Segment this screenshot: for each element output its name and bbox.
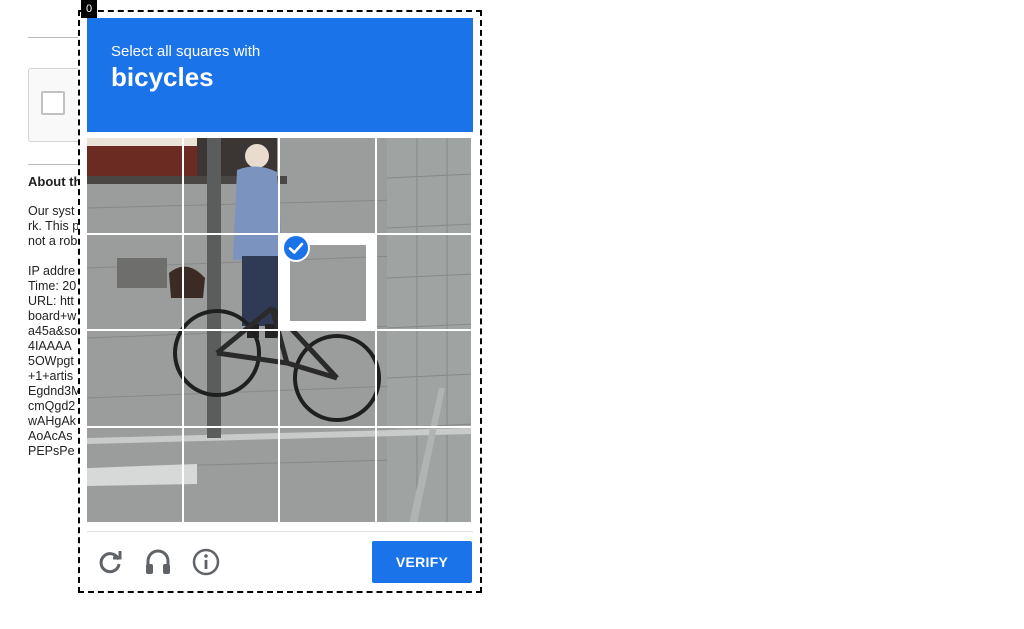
image-grid xyxy=(87,138,473,524)
tile-image xyxy=(280,331,375,426)
challenge-instruction: Select all squares with xyxy=(111,43,261,60)
body-line: a45a&so xyxy=(28,324,78,338)
tile-image xyxy=(183,138,278,233)
body-line: AoAcAs xyxy=(28,429,73,443)
body-line: 5OWpgt xyxy=(28,354,74,368)
body-line: wAHgAk xyxy=(28,414,76,428)
tile-image xyxy=(183,331,278,426)
body-line: cmQgd2 xyxy=(28,399,76,413)
reload-icon[interactable] xyxy=(94,546,126,578)
grid-tile[interactable] xyxy=(87,331,182,426)
tile-image xyxy=(183,427,278,522)
grid-tile[interactable] xyxy=(183,138,278,233)
grid-tile[interactable] xyxy=(376,138,471,233)
grid-tile[interactable] xyxy=(183,234,278,329)
body-line xyxy=(28,249,82,264)
grid-tile[interactable] xyxy=(183,331,278,426)
body-line: URL: htt xyxy=(28,294,74,308)
page-body-text: Our syst rk. This p not a rob IP addre Time… xyxy=(28,204,82,459)
grid-tile[interactable] xyxy=(87,234,182,329)
tile-image xyxy=(376,427,471,522)
tile-image xyxy=(183,234,278,329)
grid-tile[interactable] xyxy=(376,427,471,522)
body-line: Time: 20 xyxy=(28,279,77,293)
grid-tile[interactable] xyxy=(280,138,375,233)
body-line: +1+artis xyxy=(28,369,74,383)
not-a-robot-checkbox[interactable] xyxy=(41,91,65,115)
tile-image xyxy=(87,234,182,329)
footer-divider xyxy=(87,531,473,532)
grid-tile[interactable] xyxy=(87,138,182,233)
about-heading: About th xyxy=(28,174,82,189)
body-line: PEPsPe xyxy=(28,444,75,458)
body-line: Our syst xyxy=(28,204,75,218)
body-line: 4IAAAA xyxy=(28,339,72,353)
body-line: board+w xyxy=(28,309,77,323)
tile-image xyxy=(376,234,471,329)
verify-button[interactable]: VERIFY xyxy=(372,541,472,583)
frame-index-badge: 0 xyxy=(81,0,97,18)
tile-image xyxy=(280,138,375,233)
grid-tile[interactable] xyxy=(87,427,182,522)
body-line: IP addre xyxy=(28,264,76,278)
tile-image xyxy=(87,331,182,426)
body-line: rk. This p xyxy=(28,219,80,233)
body-line: Egdnd3M xyxy=(28,384,82,398)
grid-tile[interactable] xyxy=(280,331,375,426)
challenge-header: Select all squares with bicycles xyxy=(87,18,473,132)
tile-image xyxy=(376,331,471,426)
grid-tile[interactable] xyxy=(280,427,375,522)
check-circle-icon xyxy=(282,234,310,262)
grid-tile[interactable] xyxy=(183,427,278,522)
grid-tile[interactable] xyxy=(376,234,471,329)
info-icon[interactable] xyxy=(190,546,222,578)
tile-image xyxy=(280,427,375,522)
tile-image xyxy=(87,427,182,522)
challenge-target: bicycles xyxy=(111,62,214,92)
headphones-icon[interactable] xyxy=(142,546,174,578)
tile-image xyxy=(376,138,471,233)
tile-image xyxy=(87,138,182,233)
grid-tile[interactable] xyxy=(376,331,471,426)
body-line: not a rob xyxy=(28,234,78,248)
